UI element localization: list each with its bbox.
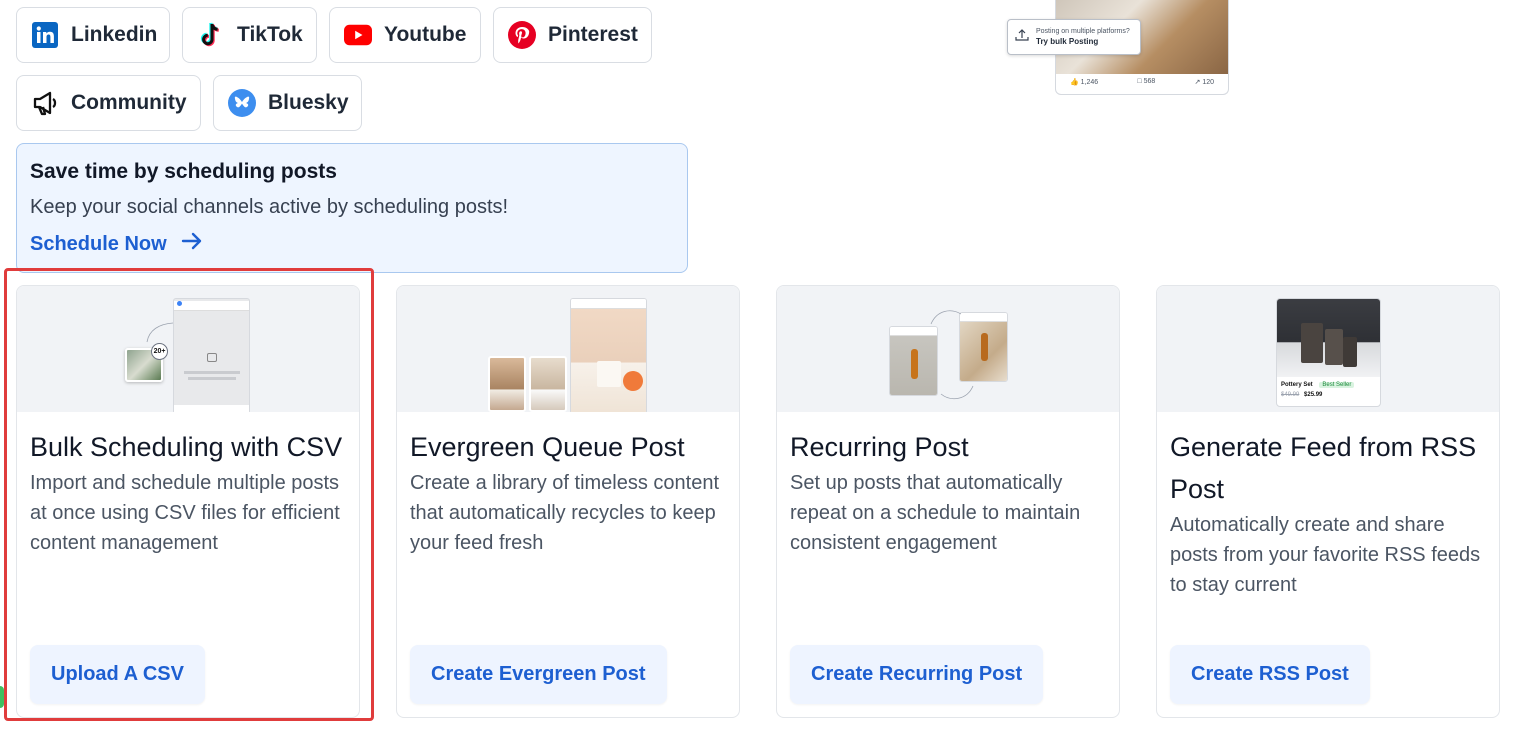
- card-description: Create a library of timeless content tha…: [410, 472, 720, 554]
- tiktok-icon: [197, 21, 225, 49]
- card-evergreen: Evergreen Queue Post Create a library of…: [396, 285, 740, 718]
- bluesky-icon: [228, 89, 256, 117]
- create-recurring-post-button[interactable]: Create Recurring Post: [790, 645, 1044, 704]
- post-count-badge: 20+: [151, 343, 168, 360]
- platform-label: Community: [71, 91, 187, 114]
- platform-chip-community[interactable]: Community: [16, 75, 201, 131]
- evergreen-illustration: [397, 286, 739, 412]
- card-rss: Pottery Set Best Seller $49.99 $25.99 Ge…: [1156, 285, 1500, 718]
- comment-icon: □: [1137, 78, 1142, 85]
- product-name: Pottery Set: [1281, 382, 1313, 388]
- tooltip-cta: Try bulk Posting: [1036, 37, 1099, 46]
- banner-title: Save time by scheduling posts: [30, 160, 337, 183]
- banner-description: Keep your social channels active by sche…: [30, 196, 509, 218]
- platform-chip-bluesky[interactable]: Bluesky: [213, 75, 362, 131]
- youtube-icon: [344, 21, 372, 49]
- bulk-csv-illustration: 20+: [17, 286, 359, 412]
- card-title: Recurring Post: [790, 432, 969, 462]
- bulk-posting-tooltip[interactable]: Posting on multiple platforms? Try bulk …: [1007, 19, 1141, 55]
- new-price: $25.99: [1304, 392, 1323, 398]
- schedule-now-link[interactable]: Schedule Now: [30, 231, 203, 257]
- thumbs-up-icon: 👍: [1070, 79, 1079, 86]
- schedule-banner: Save time by scheduling posts Keep your …: [16, 143, 688, 273]
- card-bulk-csv: 20+ Bulk Scheduling with CSV Import and …: [16, 285, 360, 718]
- card-title: Bulk Scheduling with CSV: [30, 432, 343, 462]
- rss-illustration: Pottery Set Best Seller $49.99 $25.99: [1157, 286, 1499, 412]
- preview-stats: 👍 1,246 □ 568 ↗ 120: [1056, 74, 1228, 90]
- card-description: Automatically create and share posts fro…: [1170, 514, 1481, 596]
- platform-label: Bluesky: [268, 91, 349, 114]
- platform-label: Linkedin: [71, 23, 158, 46]
- upload-csv-button[interactable]: Upload A CSV: [30, 645, 205, 704]
- create-rss-post-button[interactable]: Create RSS Post: [1170, 645, 1370, 704]
- pinterest-icon: [508, 21, 536, 49]
- product-badge: Best Seller: [1319, 382, 1355, 388]
- schedule-now-label: Schedule Now: [30, 232, 167, 255]
- platform-label: Youtube: [384, 23, 467, 46]
- card-title: Evergreen Queue Post: [410, 432, 685, 462]
- megaphone-icon: [31, 89, 59, 117]
- card-description: Set up posts that automatically repeat o…: [790, 472, 1081, 554]
- card-title: Generate Feed from RSS Post: [1170, 432, 1477, 504]
- linkedin-icon: [31, 21, 59, 49]
- platform-chip-youtube[interactable]: Youtube: [329, 7, 481, 63]
- create-evergreen-post-button[interactable]: Create Evergreen Post: [410, 645, 667, 704]
- platform-label: Pinterest: [548, 23, 638, 46]
- recurring-illustration: [777, 286, 1119, 412]
- shares-count: ↗ 120: [1194, 79, 1214, 86]
- likes-count: 👍 1,246: [1070, 79, 1099, 86]
- platform-chip-pinterest[interactable]: Pinterest: [493, 7, 652, 63]
- upload-icon: [1014, 27, 1030, 48]
- card-recurring: Recurring Post Set up posts that automat…: [776, 285, 1120, 718]
- tooltip-question: Posting on multiple platforms?: [1036, 28, 1130, 35]
- platform-chip-linkedin[interactable]: Linkedin: [16, 7, 170, 63]
- share-icon: ↗: [1194, 79, 1201, 86]
- comments-count: □ 568: [1137, 78, 1156, 85]
- arrow-right-icon: [181, 231, 203, 257]
- platform-label: TikTok: [237, 23, 303, 46]
- old-price: $49.99: [1281, 392, 1300, 398]
- status-indicator: [0, 686, 4, 708]
- card-description: Import and schedule multiple posts at on…: [30, 472, 340, 554]
- platform-chip-tiktok[interactable]: TikTok: [182, 7, 317, 63]
